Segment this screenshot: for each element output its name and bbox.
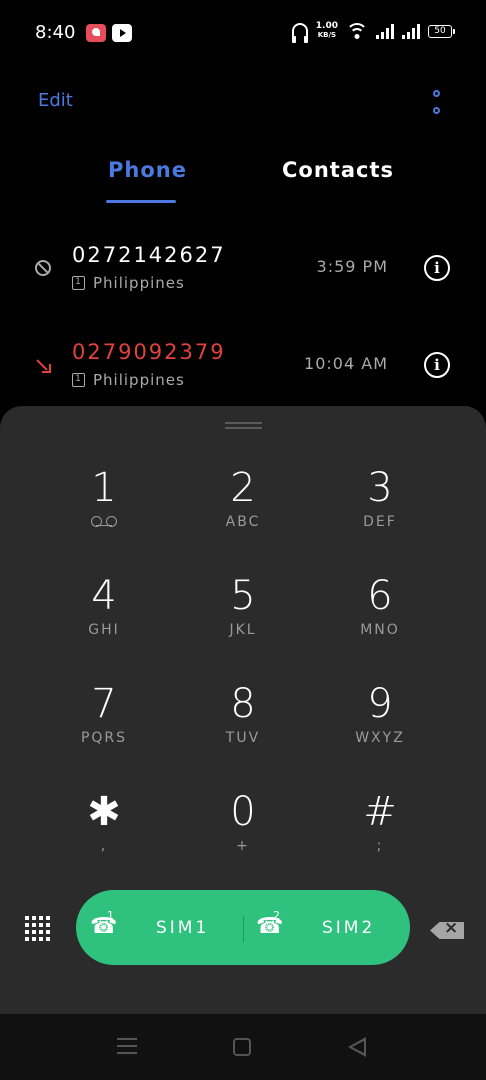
call-location-label: Philippines [93,371,185,389]
call-time: 10:04 AM [304,354,388,373]
key-letters: JKL [229,622,257,638]
key-8[interactable]: 8 TUV [183,682,303,772]
sim1-badge: 1 [107,908,114,922]
key-digit: 4 [91,573,117,619]
dialpad-toggle-icon[interactable] [25,916,53,942]
battery-icon: 50 [428,24,455,38]
key-digit: 1 [91,465,117,511]
sim2-badge: 2 [273,908,280,922]
key-digit: 9 [367,681,393,727]
network-speed-unit: KB/S [317,31,337,39]
key-3[interactable]: 3 DEF [320,466,440,556]
key-6[interactable]: 6 MNO [320,574,440,664]
key-digit: 0 [230,789,256,835]
key-5[interactable]: 5 JKL [183,574,303,664]
network-speed-value: 1.00 [315,21,338,31]
recents-icon[interactable] [117,1038,137,1054]
key-digit: 7 [91,681,117,727]
dialpad-panel: 1 2 ABC 3 DEF 4 GHI 5 JKL 6 MNO 7 PQRS 8… [0,406,486,1014]
blocked-call-icon [35,260,51,276]
status-indicators: 1.00 KB/S 50 [291,22,455,43]
sim2-label: SIM2 [322,917,376,938]
call-number: 0272142627 [72,243,226,267]
call-number: 0279092379 [72,340,226,364]
status-bar: 8:40 1.00 KB/S 50 [0,0,486,66]
call-location: 1 Philippines [72,274,185,292]
backspace-icon[interactable] [430,922,464,939]
edit-button[interactable]: Edit [38,90,73,111]
key-hash[interactable]: # ; [320,790,440,880]
key-letters: MNO [360,622,400,638]
key-4[interactable]: 4 GHI [44,574,164,664]
key-0[interactable]: 0 + [183,790,303,880]
key-star[interactable]: ✱ , [44,790,164,880]
tab-contacts[interactable]: Contacts [282,158,394,182]
notification-app-icon [86,24,106,42]
tab-indicator [106,200,176,203]
key-2[interactable]: 2 ABC [183,466,303,556]
call-sim1-button[interactable]: 1 SIM1 [90,890,240,965]
key-letters: TUV [225,730,261,746]
info-icon[interactable]: i [424,352,450,378]
call-log-item[interactable]: 0272142627 1 Philippines 3:59 PM i [0,225,486,311]
key-digit: 3 [367,465,393,511]
key-digit: 6 [367,573,393,619]
back-icon[interactable] [348,1037,368,1057]
key-letters: GHI [88,622,120,638]
key-9[interactable]: 9 WXYZ [320,682,440,772]
call-location-label: Philippines [93,274,185,292]
sim-badge-icon: 1 [72,276,85,290]
key-7[interactable]: 7 PQRS [44,682,164,772]
phone-icon: 1 [90,909,117,939]
call-location: 1 Philippines [72,371,185,389]
drag-handle[interactable] [225,422,262,430]
key-letters: DEF [363,514,397,530]
divider [243,916,244,942]
phone-icon: 2 [256,909,283,939]
missed-call-icon [35,357,51,373]
call-button-group: 1 SIM1 2 SIM2 [76,890,410,965]
key-digit: 5 [230,573,256,619]
headset-icon [291,23,308,43]
key-letters: ABC [225,514,261,530]
home-icon[interactable] [233,1038,251,1056]
voicemail-icon [91,516,117,527]
call-sim2-button[interactable]: 2 SIM2 [256,890,406,965]
signal-sim1-icon [376,23,394,39]
key-digit: 8 [230,681,256,727]
key-1[interactable]: 1 [44,466,164,556]
sim-badge-icon: 1 [72,373,85,387]
key-letters: , [100,838,108,854]
more-options-icon[interactable] [431,90,441,114]
key-letters: PQRS [80,730,128,746]
tab-phone[interactable]: Phone [108,158,187,182]
status-time: 8:40 [35,22,76,43]
network-speed: 1.00 KB/S [316,22,338,40]
signal-sim2-icon [402,23,420,39]
key-letters: + [236,838,250,854]
info-icon[interactable]: i [424,255,450,281]
key-digit: ✱ [87,789,121,835]
key-letters: ; [376,838,384,854]
sim1-label: SIM1 [156,917,210,938]
key-letters: WXYZ [355,730,405,746]
navigation-bar [0,1014,486,1080]
wifi-icon [346,23,368,39]
call-time: 3:59 PM [316,257,388,276]
youtube-icon [112,24,132,42]
key-digit: 2 [230,465,256,511]
key-digit: # [363,789,397,835]
call-log-item[interactable]: 0279092379 1 Philippines 10:04 AM i [0,322,486,408]
